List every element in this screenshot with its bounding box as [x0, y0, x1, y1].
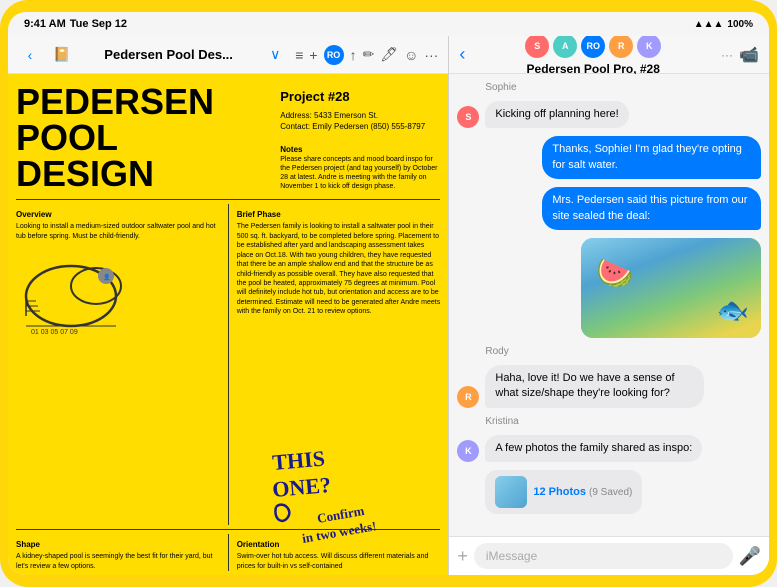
brief-heading: Brief Phase	[237, 210, 281, 219]
brief-text: The Pedersen family is looking to instal…	[237, 222, 441, 316]
avatar-row: S A RO R K	[525, 36, 661, 58]
doc-title-line2: POOL	[16, 120, 264, 156]
overview-section: Overview Looking to install a medium-siz…	[16, 204, 220, 525]
messages-dots: ···	[721, 48, 733, 62]
photos-saved: (9 Saved)	[589, 487, 632, 498]
msg-bubble-5: Haha, love it! Do we have a sense of wha…	[485, 365, 704, 408]
shape-heading: Shape	[16, 540, 40, 549]
attach-button[interactable]: +	[457, 546, 468, 567]
msg-bubble-3: Mrs. Pedersen said this picture from our…	[542, 187, 761, 230]
shape-text: A kidney-shaped pool is seemingly the be…	[16, 552, 220, 571]
sender-label-kristina: Kristina	[457, 416, 761, 427]
back-button[interactable]: ‹	[18, 43, 42, 67]
wifi-icon: ▲▲▲	[694, 19, 724, 30]
overview-text: Looking to install a medium-sized outdoo…	[16, 222, 220, 242]
share-icon[interactable]: ↑	[350, 47, 357, 63]
msg-bubble-2: Thanks, Sophie! I'm glad they're opting …	[542, 136, 761, 179]
msg-avatar-kristina: K	[457, 440, 479, 462]
msg-avatar-sophie: S	[457, 106, 479, 128]
msg-bubble-6: A few photos the family shared as inspo:	[485, 435, 702, 462]
left-content: PEDERSEN POOL DESIGN Project #28 Address…	[8, 74, 448, 575]
svg-text:👤: 👤	[103, 273, 110, 281]
list-icon[interactable]: ≡	[295, 47, 303, 63]
message-5: R Haha, love it! Do we have a sense of w…	[457, 365, 761, 408]
notebook-icon: 📔	[50, 43, 74, 67]
doc-title: Pedersen Pool Des...	[82, 47, 255, 62]
notes-text: Please share concepts and mood board ins…	[280, 155, 440, 191]
add-icon[interactable]: +	[309, 47, 317, 63]
sender-label-sophie: Sophie	[457, 82, 761, 93]
photos-thumbnail	[495, 476, 527, 508]
msg-avatar-rody: R	[457, 386, 479, 408]
split-view: ‹ 📔 Pedersen Pool Des... ∨ ≡ + RO ↑ ✏ 🖊 …	[8, 36, 769, 575]
marker-icon[interactable]: 🖊	[380, 46, 398, 63]
svg-text:01 03 05 07 09: 01 03 05 07 09	[31, 329, 78, 336]
status-bar: 9:41 AM Tue Sep 12 ▲▲▲ 100%	[8, 12, 769, 36]
messages-back-button[interactable]: ‹	[459, 44, 465, 65]
imessage-placeholder: iMessage	[486, 549, 537, 563]
messages-list[interactable]: Sophie S Kicking off planning here! Than…	[449, 74, 769, 536]
svg-text:in two weeks!: in two weeks!	[301, 518, 378, 546]
ro-badge: RO	[324, 45, 344, 65]
message-6: K A few photos the family shared as insp…	[457, 435, 761, 462]
document-area: PEDERSEN POOL DESIGN Project #28 Address…	[8, 74, 448, 575]
message-input-bar: + iMessage 🎤	[449, 536, 769, 575]
project-number: Project #28	[280, 88, 440, 106]
doc-title-line1: PEDERSEN	[16, 84, 264, 120]
more-icon[interactable]: ···	[424, 47, 438, 63]
smiley-icon[interactable]: ☺	[404, 47, 418, 63]
avatar-sophie: S	[525, 36, 549, 58]
battery-indicator: 100%	[727, 19, 753, 30]
notes-heading: Notes	[280, 145, 302, 154]
ipad-frame: 9:41 AM Tue Sep 12 ▲▲▲ 100% ‹ 📔 Pedersen…	[0, 0, 777, 587]
left-toolbar: ‹ 📔 Pedersen Pool Des... ∨ ≡ + RO ↑ ✏ 🖊 …	[8, 36, 448, 74]
messages-toolbar: ‹ S A RO R K Pedersen Pool Pro, #28 ··· …	[449, 36, 769, 74]
doc-right-header: Project #28 Address: 5433 Emerson St. Co…	[272, 80, 448, 199]
svg-text:ONE?: ONE?	[272, 472, 333, 502]
pencil-icon[interactable]: ✏	[363, 46, 375, 63]
message-2: Thanks, Sophie! I'm glad they're opting …	[457, 136, 761, 179]
avatar-rody: R	[609, 36, 633, 58]
photos-attachment[interactable]: 12 Photos (9 Saved)	[485, 470, 642, 514]
overview-heading: Overview	[16, 210, 52, 219]
pool-sketch: 01 03 05 07 09 👤	[16, 246, 220, 525]
status-day: Tue Sep 12	[70, 18, 127, 30]
svg-text:THIS: THIS	[272, 445, 327, 474]
message-3: Mrs. Pedersen said this picture from our…	[457, 187, 761, 230]
avatar-kristina: K	[637, 36, 661, 58]
sender-label-rody: Rody	[457, 346, 761, 357]
microphone-icon[interactable]: 🎤	[739, 546, 761, 567]
msg-bubble-1: Kicking off planning here!	[485, 101, 628, 128]
avatar-andre: A	[553, 36, 577, 58]
chevron-down-icon[interactable]: ∨	[263, 43, 287, 67]
photos-label: 12 Photos	[533, 486, 586, 498]
shape-section: Shape A kidney-shaped pool is seemingly …	[16, 534, 220, 571]
handwriting-overlay: THIS ONE? Confirm in two weeks!	[268, 435, 428, 555]
pool-image: 🍉 🐟 🍉 🐟	[581, 238, 761, 338]
avatar-ro: RO	[581, 36, 605, 58]
address: Address: 5433 Emerson St.	[280, 110, 440, 121]
screen: 9:41 AM Tue Sep 12 ▲▲▲ 100% ‹ 📔 Pedersen…	[8, 12, 769, 575]
contact: Contact: Emily Pedersen (850) 555-8797	[280, 121, 440, 132]
status-time: 9:41 AM	[24, 18, 66, 30]
imessage-input[interactable]: iMessage	[474, 543, 733, 569]
doc-title-line3: DESIGN	[16, 156, 264, 192]
message-1: S Kicking off planning here!	[457, 101, 761, 128]
message-7-photos: 12 Photos (9 Saved)	[457, 470, 761, 514]
left-panel: ‹ 📔 Pedersen Pool Des... ∨ ≡ + RO ↑ ✏ 🖊 …	[8, 36, 449, 575]
right-panel: ‹ S A RO R K Pedersen Pool Pro, #28 ··· …	[449, 36, 769, 575]
message-4-image: 🍉 🐟 🍉 🐟	[457, 238, 761, 338]
video-call-button[interactable]: 📹	[739, 45, 759, 65]
